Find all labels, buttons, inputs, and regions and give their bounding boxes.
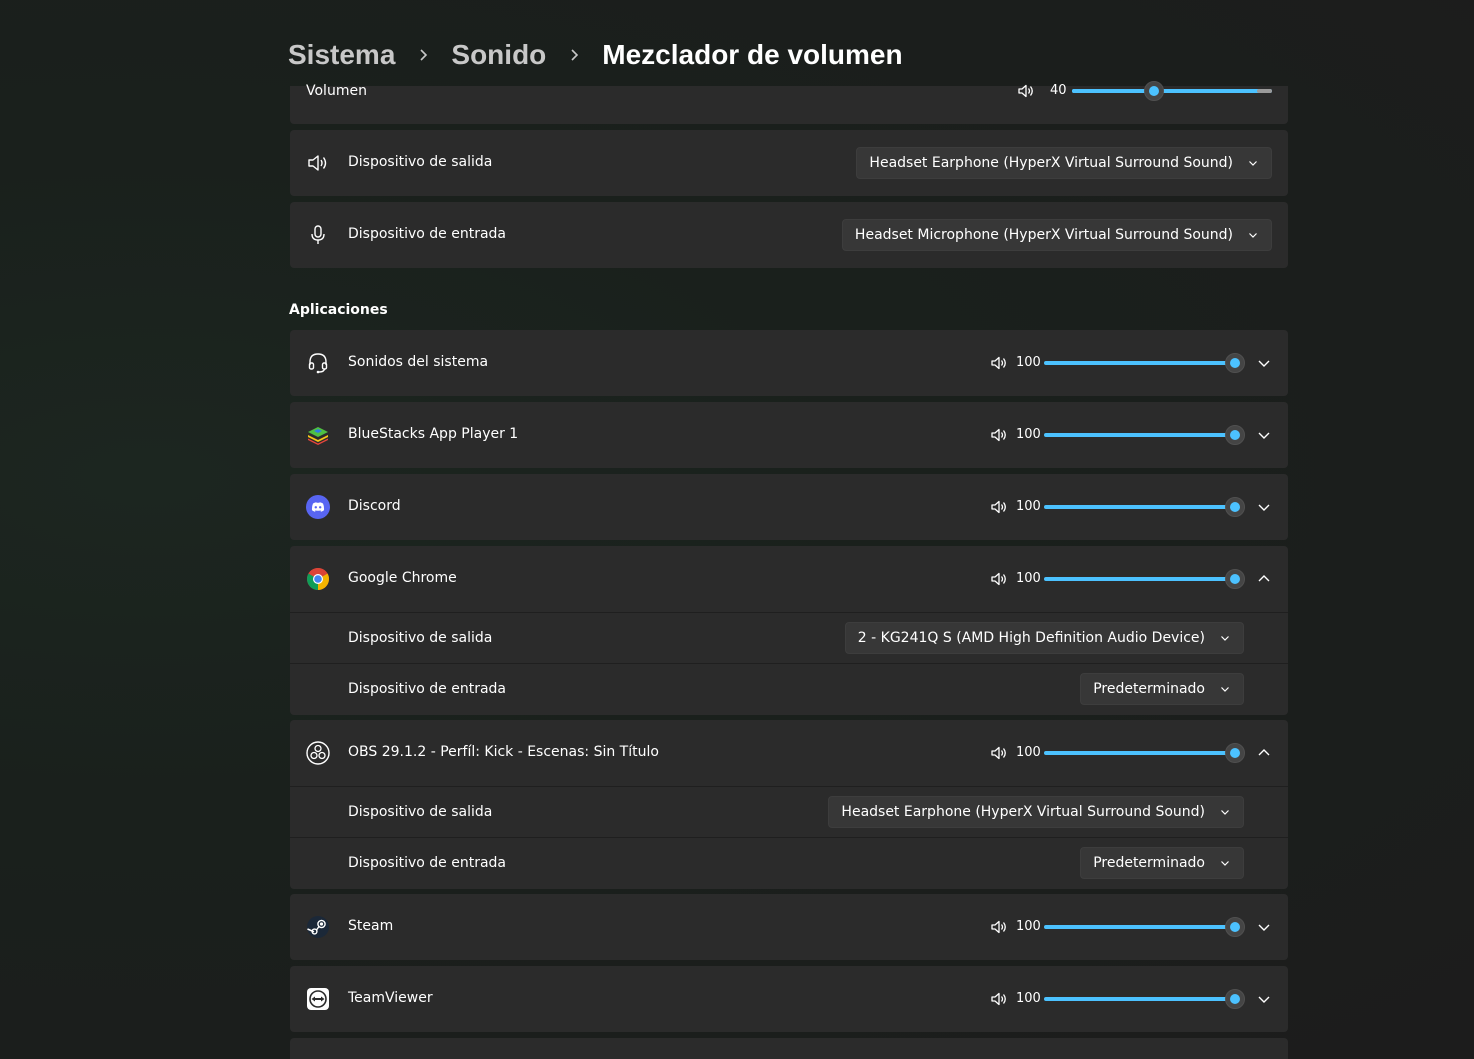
divider: [290, 663, 1288, 664]
slider-thumb[interactable]: [1225, 917, 1245, 937]
app-input-device-label: Dispositivo de entrada: [348, 855, 507, 871]
speaker-icon[interactable]: [990, 744, 1008, 762]
slider-thumb[interactable]: [1225, 569, 1245, 589]
speaker-icon[interactable]: [990, 426, 1008, 444]
chevron-down-icon: [1219, 632, 1231, 644]
volume-label: Volumen: [306, 83, 367, 99]
breadcrumb-sonido[interactable]: Sonido: [451, 39, 546, 71]
chevron-down-icon: [1219, 683, 1231, 695]
app-volume-value: 100: [1016, 991, 1041, 1006]
apps-section-title: Aplicaciones: [289, 302, 388, 318]
app-volume-slider[interactable]: [1044, 989, 1245, 1009]
slider-thumb[interactable]: [1225, 425, 1245, 445]
master-volume-slider[interactable]: [1072, 81, 1272, 101]
steam-icon: [306, 915, 330, 939]
app-volume-value: 100: [1016, 499, 1041, 514]
app-output-device-label: Dispositivo de salida: [348, 804, 493, 820]
chevron-up-icon[interactable]: [1256, 571, 1272, 587]
app-card-steam: Steam 100: [290, 894, 1288, 960]
app-card-obs: OBS 29.1.2 - Perfíl: Kick - Escenas: Sin…: [290, 720, 1288, 889]
input-device-dropdown[interactable]: Headset Microphone (HyperX Virtual Surro…: [841, 219, 1272, 251]
app-card-teamviewer: TeamViewer 100: [290, 966, 1288, 1032]
obs-icon: [306, 741, 330, 765]
app-input-device-dropdown[interactable]: Predeterminado: [1080, 673, 1244, 705]
chevron-down-icon[interactable]: [1256, 427, 1272, 443]
chevron-up-icon[interactable]: [1256, 745, 1272, 761]
app-input-device-dropdown[interactable]: Predeterminado: [1080, 847, 1244, 879]
app-volume-slider[interactable]: [1044, 917, 1245, 937]
divider: [290, 837, 1288, 838]
app-volume-slider[interactable]: [1044, 743, 1245, 763]
speaker-icon[interactable]: [990, 990, 1008, 1008]
divider: [290, 786, 1288, 787]
speaker-icon[interactable]: [990, 498, 1008, 516]
speaker-icon: [306, 151, 330, 175]
chevron-down-icon: [1247, 229, 1259, 241]
page-title: Mezclador de volumen: [602, 39, 903, 70]
app-card-bluestacks: BlueStacks App Player 1 100: [290, 402, 1288, 468]
chevron-down-icon: [1219, 806, 1231, 818]
app-name: BlueStacks App Player 1: [348, 426, 519, 442]
chevron-right-icon: [416, 48, 430, 62]
app-name: Sonidos del sistema: [348, 354, 489, 370]
app-name: TeamViewer: [348, 990, 433, 1006]
speaker-icon[interactable]: [1017, 82, 1035, 100]
speaker-icon[interactable]: [990, 570, 1008, 588]
microphone-icon: [306, 223, 330, 247]
app-volume-slider[interactable]: [1044, 425, 1245, 445]
app-output-device-dropdown[interactable]: 2 - KG241Q S (AMD High Definition Audio …: [844, 622, 1244, 654]
system-volume-card: Volumen 40: [290, 81, 1288, 124]
app-name: OBS 29.1.2 - Perfíl: Kick - Escenas: Sin…: [348, 744, 659, 760]
app-name: Discord: [348, 498, 401, 514]
slider-thumb[interactable]: [1225, 989, 1245, 1009]
slider-thumb[interactable]: [1225, 743, 1245, 763]
chevron-down-icon[interactable]: [1256, 991, 1272, 1007]
app-output-device-dropdown[interactable]: Headset Earphone (HyperX Virtual Surroun…: [828, 796, 1244, 828]
app-volume-slider[interactable]: [1044, 353, 1245, 373]
breadcrumb-sistema[interactable]: Sistema: [288, 39, 395, 71]
app-volume-value: 100: [1016, 745, 1041, 760]
speaker-icon[interactable]: [990, 354, 1008, 372]
chevron-down-icon: [1247, 157, 1259, 169]
input-device-label: Dispositivo de entrada: [348, 226, 507, 242]
chevron-down-icon: [1219, 857, 1231, 869]
slider-thumb[interactable]: [1225, 353, 1245, 373]
slider-thumb[interactable]: [1225, 497, 1245, 517]
app-volume-value: 100: [1016, 427, 1041, 442]
app-volume-value: 100: [1016, 919, 1041, 934]
app-volume-slider[interactable]: [1044, 569, 1245, 589]
chevron-down-icon[interactable]: [1256, 499, 1272, 515]
chrome-icon: [306, 567, 330, 591]
output-device-card: Dispositivo de salida Headset Earphone (…: [290, 130, 1288, 196]
app-name: Steam: [348, 918, 394, 934]
app-volume-slider[interactable]: [1044, 497, 1245, 517]
output-device-label: Dispositivo de salida: [348, 154, 493, 170]
app-card-partial: [290, 1038, 1288, 1059]
app-name: Google Chrome: [348, 570, 457, 586]
divider: [290, 612, 1288, 613]
headset-icon: [306, 351, 330, 375]
app-card-system-sounds: Sonidos del sistema 100: [290, 330, 1288, 396]
app-card-chrome: Google Chrome 100 Dispositivo de salida …: [290, 546, 1288, 715]
volume-value: 40: [1050, 83, 1067, 98]
chevron-down-icon[interactable]: [1256, 355, 1272, 371]
speaker-icon[interactable]: [990, 918, 1008, 936]
input-device-card: Dispositivo de entrada Headset Microphon…: [290, 202, 1288, 268]
app-card-discord: Discord 100: [290, 474, 1288, 540]
breadcrumb: Sistema Sonido Mezclador de volumen: [288, 34, 903, 76]
slider-thumb[interactable]: [1144, 81, 1164, 101]
discord-icon: [306, 495, 330, 519]
output-device-dropdown[interactable]: Headset Earphone (HyperX Virtual Surroun…: [856, 147, 1272, 179]
app-output-device-label: Dispositivo de salida: [348, 630, 493, 646]
app-volume-value: 100: [1016, 571, 1041, 586]
chevron-down-icon[interactable]: [1256, 919, 1272, 935]
app-volume-value: 100: [1016, 355, 1041, 370]
bluestacks-icon: [306, 423, 330, 447]
teamviewer-icon: [306, 987, 330, 1011]
chevron-right-icon: [567, 48, 581, 62]
app-input-device-label: Dispositivo de entrada: [348, 681, 507, 697]
